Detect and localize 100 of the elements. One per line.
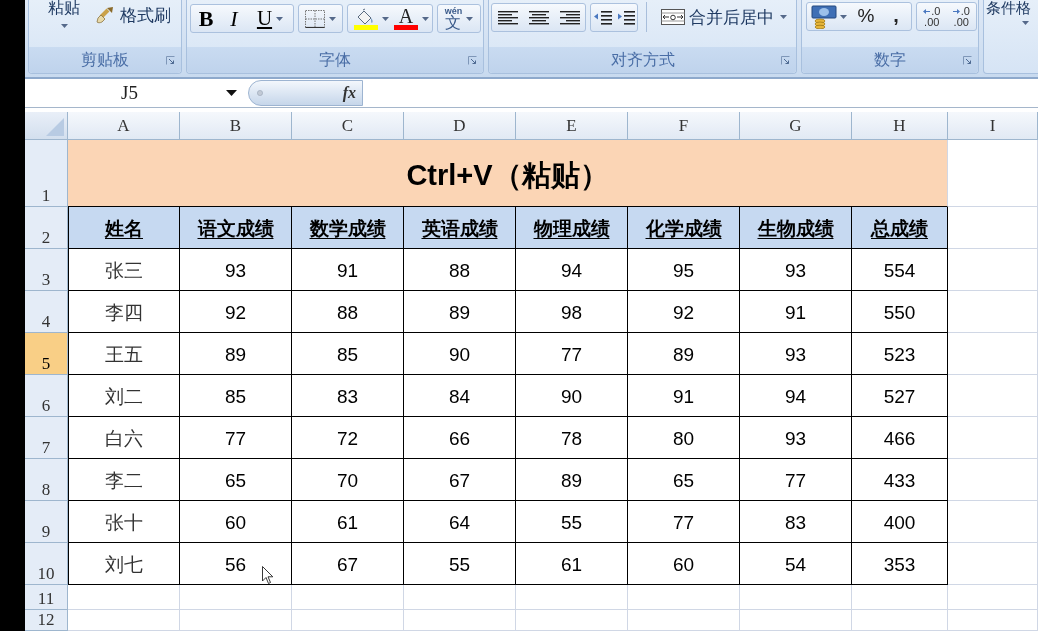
table-cell: 白六 [68,417,180,459]
row-header[interactable]: 1 [25,140,68,207]
table-cell: 93 [740,249,852,291]
merge-cells-icon [661,9,685,25]
insert-function-button[interactable]: fx [342,85,356,101]
table-cell: 90 [516,375,628,417]
table-cell: 466 [852,417,948,459]
column-header[interactable]: F [628,112,740,140]
row-header[interactable]: 2 [25,207,68,249]
table-cell: 93 [740,333,852,375]
table-cell: 93 [180,249,292,291]
row-header[interactable]: 3 [25,249,68,291]
caret-icon [60,24,68,28]
table-cell: 61 [516,543,628,585]
name-box[interactable]: J5 [25,79,245,107]
merge-center-button[interactable]: 合并后居中 [659,3,789,31]
table-cell: 李四 [68,291,180,333]
table-cell: 527 [852,375,948,417]
row-header[interactable]: 11 [25,585,68,610]
comma-button[interactable]: , [881,1,911,28]
dialog-launcher-icon[interactable] [166,55,175,65]
table-cell: 72 [292,417,404,459]
caret-icon [1022,21,1029,25]
column-header[interactable]: A [68,112,180,140]
caret-icon[interactable] [226,90,237,96]
table-cell: 80 [628,417,740,459]
table-cell: 55 [404,543,516,585]
table-cell: 67 [404,459,516,501]
table-cell: 95 [628,249,740,291]
table-cell: 353 [852,543,948,585]
brush-icon [96,6,116,24]
row-header[interactable]: 5 [25,333,68,375]
swatch-icon [393,25,418,30]
table-cell: 85 [292,333,404,375]
align-left-icon [497,9,518,25]
table-cell: 66 [404,417,516,459]
row-header[interactable]: 4 [25,291,68,333]
caret-icon [421,16,429,21]
phonetic-guide-button[interactable]: wén 文 [437,4,481,33]
column-header[interactable]: H [852,112,948,140]
table-cell: 85 [180,375,292,417]
table-cell: 400 [852,501,948,543]
font-color-button[interactable]: A [392,5,430,32]
table-cell: 93 [740,417,852,459]
table-cell: 张十 [68,501,180,543]
decrease-indent-icon [593,9,612,25]
table-cell: 91 [292,249,404,291]
table-cell: 67 [292,543,404,585]
format-painter-button[interactable]: 格式刷 [94,3,173,27]
caret-icon [276,16,284,21]
row-header[interactable]: 12 [25,610,68,631]
bold-button[interactable]: B [192,5,220,32]
table-cell: 56 [180,543,292,585]
caret-icon [466,16,474,21]
table-cell: 77 [180,417,292,459]
underline-button[interactable]: U [248,5,292,32]
table-cell: 刘二 [68,375,180,417]
group-label: 对齐方式 [610,52,675,68]
column-header[interactable]: B [180,112,292,140]
table-header-cell: 姓名 [68,207,180,249]
table-cell: 70 [292,459,404,501]
table-cell: 王五 [68,333,180,375]
caret-icon [840,14,847,19]
column-header[interactable]: C [292,112,404,140]
decrease-decimal-button[interactable]: .0 .00 [947,3,975,30]
dialog-launcher-icon[interactable] [963,55,972,65]
column-header[interactable]: D [404,112,516,140]
row-header[interactable]: 9 [25,501,68,543]
table-cell: 89 [180,333,292,375]
table-cell: 61 [292,501,404,543]
table-cell: 77 [516,333,628,375]
percent-button[interactable]: % [851,3,881,30]
italic-button[interactable]: I [220,5,248,32]
triangle-icon [46,118,64,136]
paste-button[interactable]: 粘贴 [38,0,90,33]
dialog-launcher-icon[interactable] [468,55,477,65]
row-header[interactable]: 7 [25,417,68,459]
row-header[interactable]: 6 [25,375,68,417]
table-header-cell: 语文成绩 [180,207,292,249]
table-cell: 55 [516,501,628,543]
increase-decimal-button[interactable]: .0 .00 [918,3,946,30]
table-cell: 60 [180,501,292,543]
conditional-format-button[interactable]: 条件格 [986,0,1031,25]
column-header[interactable]: G [740,112,852,140]
table-cell: 554 [852,249,948,291]
align-center-icon [528,9,549,25]
row-header[interactable]: 8 [25,459,68,501]
row-header[interactable]: 10 [25,543,68,585]
group-label: 剪贴板 [81,52,129,68]
table-cell: 89 [404,291,516,333]
table-header-cell: 英语成绩 [404,207,516,249]
left-arrow-icon [923,8,931,14]
table-cell: 94 [516,249,628,291]
column-header[interactable]: E [516,112,628,140]
table-cell: 65 [628,459,740,501]
column-header[interactable]: I [948,112,1038,140]
dialog-launcher-icon[interactable] [781,55,790,65]
table-cell: 92 [180,291,292,333]
table-header-cell: 数学成绩 [292,207,404,249]
borders-button[interactable] [298,4,343,33]
